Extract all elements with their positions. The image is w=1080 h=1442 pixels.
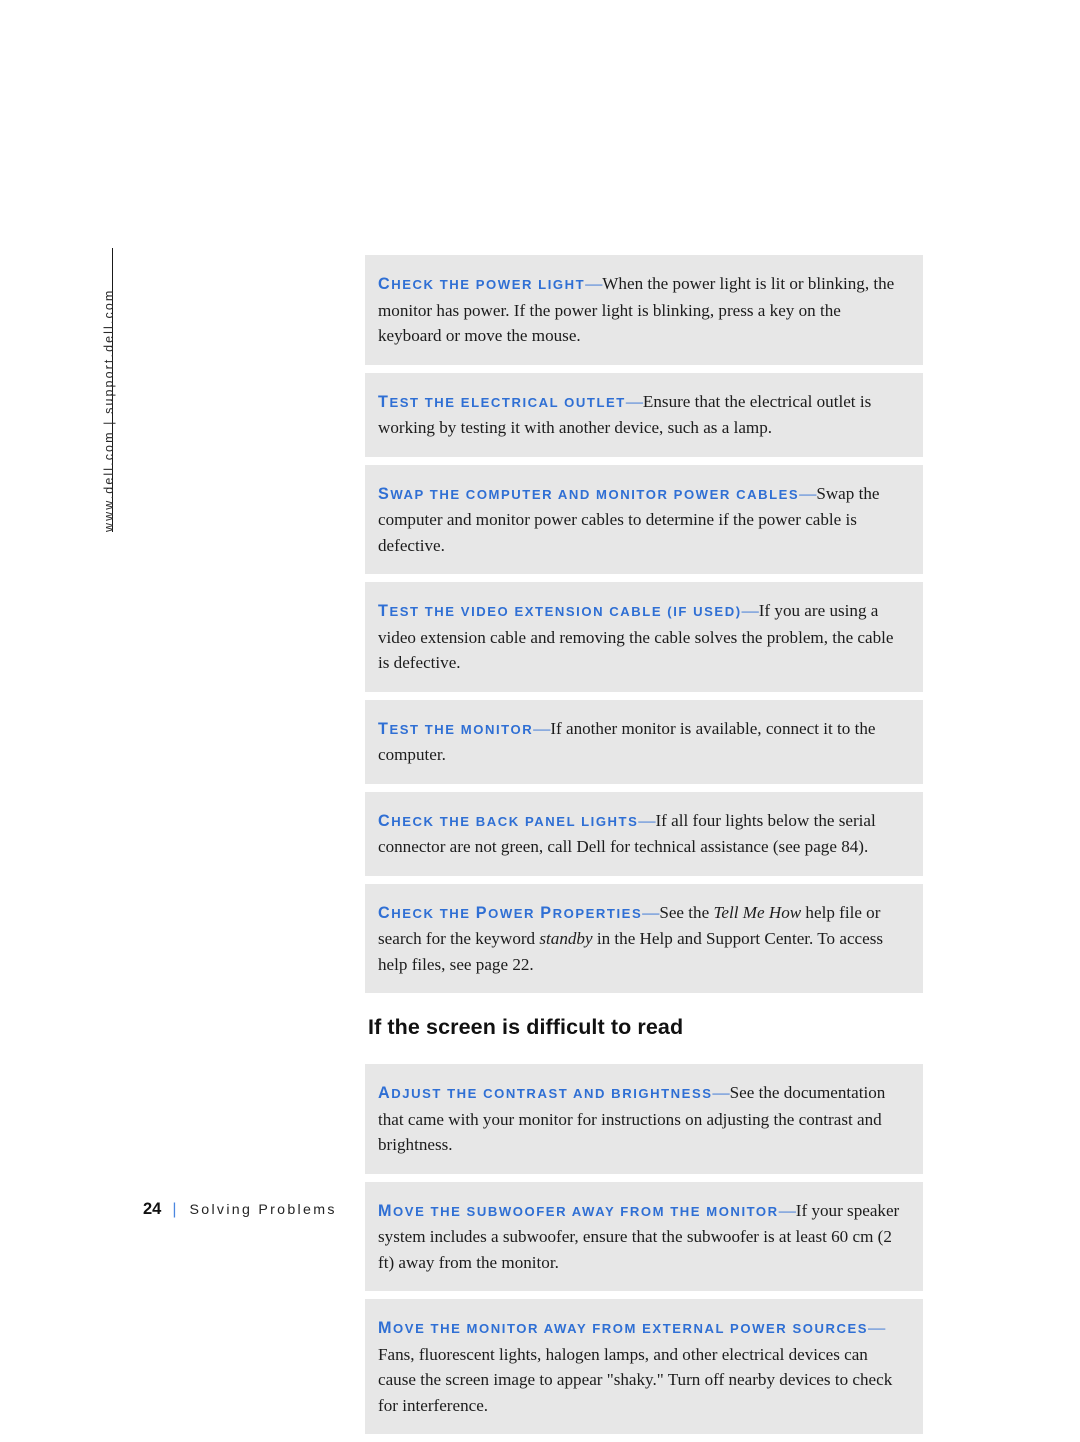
em-dash: — [741,601,759,620]
tip-text: CHECK THE POWER LIGHT—When the power lig… [378,271,907,349]
em-dash: — [625,391,643,411]
tip-panel: ADJUST THE CONTRAST AND BRIGHTNESS—See t… [365,1064,923,1174]
section-heading: If the screen is difficult to read [368,1015,684,1039]
tip-text: CHECK THE POWER PROPERTIES—See the Tell … [378,900,907,978]
tip-text: ADJUST THE CONTRAST AND BRIGHTNESS—See t… [378,1080,907,1158]
page-footer: 24 | Solving Problems [143,1200,337,1219]
tip-lead: TEST THE ELECTRICAL OUTLET [378,392,626,411]
tip-body-italic: standby [539,929,593,948]
tip-text: CHECK THE BACK PANEL LIGHTS—If all four … [378,808,907,860]
tip-panel: TEST THE VIDEO EXTENSION CABLE (IF USED)… [365,582,923,692]
tip-panel: CHECK THE BACK PANEL LIGHTS—If all four … [365,791,923,876]
tip-body-italic: Tell Me How [713,902,802,922]
sidebar-url-text: www.dell.com | support.dell.com [102,288,116,532]
em-dash: — [778,1200,796,1220]
em-dash: — [533,718,551,738]
tip-lead: ADJUST THE CONTRAST AND BRIGHTNESS [378,1084,713,1102]
tip-lead: CHECK THE POWER PROPERTIES [378,903,643,922]
tip-body: See the [659,902,714,922]
tip-lead: TEST THE MONITOR [378,719,534,738]
tip-panel: TEST THE MONITOR—If another monitor is a… [365,699,923,784]
tip-lead: CHECK THE BACK PANEL LIGHTS [378,811,639,830]
tip-lead: MOVE THE SUBWOOFER AWAY FROM THE MONITOR [378,1201,779,1220]
em-dash: — [799,483,817,503]
tip-lead: TEST THE VIDEO EXTENSION CABLE (IF USED) [378,602,742,620]
em-dash: — [585,274,603,293]
panel-group-screen-readability: ADJUST THE CONTRAST AND BRIGHTNESS—See t… [365,1064,923,1434]
tip-body: Fans, fluorescent lights, halogen lamps,… [378,1344,893,1415]
tip-lead: MOVE THE MONITOR AWAY FROM EXTERNAL POWE… [378,1319,869,1337]
tip-text: MOVE THE SUBWOOFER AWAY FROM THE MONITOR… [378,1198,907,1276]
em-dash: — [868,1318,886,1337]
tip-text: TEST THE MONITOR—If another monitor is a… [378,716,907,768]
tip-text: MOVE THE MONITOR AWAY FROM EXTERNAL POWE… [378,1315,907,1418]
tip-text: TEST THE ELECTRICAL OUTLET—Ensure that t… [378,389,907,441]
tip-panel: SWAP THE COMPUTER AND MONITOR POWER CABL… [365,464,923,574]
footer-chapter-title: Solving Problems [189,1202,337,1218]
tip-text: TEST THE VIDEO EXTENSION CABLE (IF USED)… [378,598,907,676]
footer-separator: | [172,1201,177,1218]
tip-panel: CHECK THE POWER PROPERTIES—See the Tell … [365,883,923,993]
tip-lead: SWAP THE COMPUTER AND MONITOR POWER CABL… [378,484,800,503]
em-dash: — [642,902,660,922]
tip-lead: CHECK THE POWER LIGHT [378,275,586,293]
tip-panel: TEST THE ELECTRICAL OUTLET—Ensure that t… [365,372,923,457]
tip-panel: MOVE THE SUBWOOFER AWAY FROM THE MONITOR… [365,1181,923,1291]
tip-panel: CHECK THE POWER LIGHT—When the power lig… [365,255,923,365]
em-dash: — [712,1083,730,1102]
em-dash: — [638,810,656,830]
tip-panel: MOVE THE MONITOR AWAY FROM EXTERNAL POWE… [365,1299,923,1434]
page-content: CHECK THE POWER LIGHT—When the power lig… [365,255,923,1442]
tip-text: SWAP THE COMPUTER AND MONITOR POWER CABL… [378,481,907,559]
panel-group-monitor-power: CHECK THE POWER LIGHT—When the power lig… [365,255,923,993]
footer-page-number: 24 [143,1200,162,1218]
